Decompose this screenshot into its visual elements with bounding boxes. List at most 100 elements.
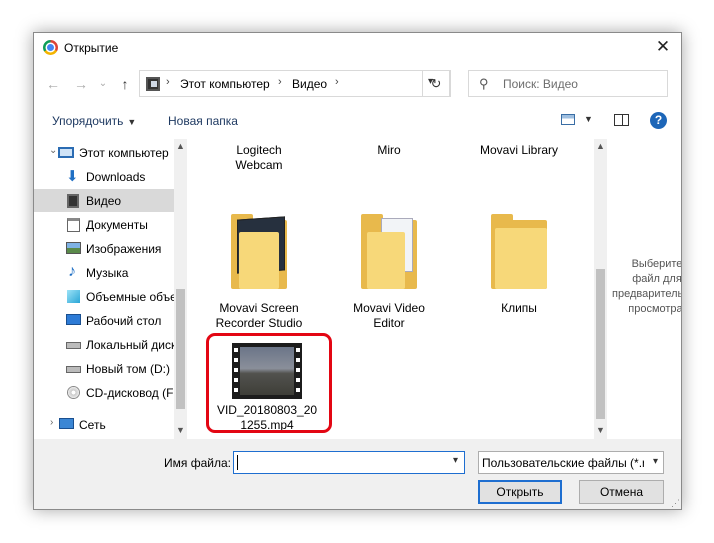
sidebar-item-label: Видео — [86, 194, 122, 208]
close-button[interactable]: ✕ — [653, 37, 673, 57]
scrollbar-thumb[interactable] — [596, 269, 605, 419]
cancel-button[interactable]: Отмена — [579, 480, 664, 504]
file-name: Клипы — [501, 301, 537, 315]
sidebar-item-label: Объемные объекты — [86, 290, 176, 304]
sidebar-item-documents[interactable]: Документы — [34, 213, 176, 236]
file-name: Movavi Library — [479, 143, 559, 157]
chevron-down-icon[interactable]: ▼ — [584, 114, 593, 124]
scroll-down-icon[interactable]: ▼ — [174, 425, 187, 435]
sidebar-item-network[interactable]: › Сеть — [34, 413, 176, 436]
sidebar-item-videos[interactable]: Видео — [34, 189, 176, 212]
sidebar-item-label: Музыка — [86, 266, 129, 280]
sidebar-item-3d-objects[interactable]: Объемные объекты — [34, 285, 176, 308]
breadcrumb-separator: › — [166, 76, 170, 88]
folder-icon — [361, 214, 417, 289]
folder-movavi-screen-recorder[interactable]: Movavi Screen Recorder Studio — [204, 214, 314, 334]
organize-button[interactable]: Упорядочить ▼ — [52, 114, 136, 128]
preview-placeholder: Выберите файл для предварительного просм… — [612, 258, 682, 315]
file-list-scrollbar[interactable]: ▲ ▼ — [594, 139, 607, 439]
breadcrumb-this-pc[interactable]: Этот компьютер — [180, 77, 270, 91]
preview-pane-icon[interactable] — [614, 114, 629, 126]
filename-label: Имя файла: — [164, 456, 231, 470]
sidebar-item-label: Рабочий стол — [86, 314, 162, 328]
film-icon — [67, 194, 79, 208]
search-icon: ⚲ — [479, 76, 489, 91]
dialog-footer: Имя файла: ▾ Пользовательские файлы (*.m… — [34, 439, 681, 509]
monitor-icon — [58, 147, 74, 158]
highlight-annotation — [206, 333, 332, 433]
folder-clips[interactable]: Клипы — [464, 214, 574, 334]
chevron-down-icon: ▾ — [652, 456, 658, 467]
cd-drive-icon — [67, 386, 80, 399]
open-file-dialog: Открытие ✕ ← → ⌄ ↑ › Этот компьютер › Ви… — [33, 32, 682, 510]
image-icon — [66, 242, 81, 254]
title-bar: Открытие ✕ — [34, 33, 681, 63]
chevron-down-icon: ▼ — [127, 117, 137, 127]
filename-input[interactable]: ▾ — [233, 451, 465, 474]
breadcrumb-videos[interactable]: Видео — [292, 77, 327, 91]
music-note-icon: ♪ — [68, 263, 76, 280]
scrollbar-thumb[interactable] — [176, 289, 185, 409]
search-box[interactable]: ⚲ Поиск: Видео — [468, 70, 668, 97]
sidebar-item-drive-d[interactable]: Новый том (D:) — [34, 357, 176, 380]
window-title: Открытие — [64, 41, 119, 55]
folder-miro[interactable]: Miro — [334, 143, 444, 158]
sidebar-item-label: Сеть — [79, 418, 106, 432]
sidebar-item-desktop[interactable]: Рабочий стол — [34, 309, 176, 332]
recent-locations-button[interactable]: ⌄ — [94, 75, 112, 93]
refresh-button[interactable]: ↻ — [422, 70, 450, 97]
sidebar-item-pictures[interactable]: Изображения — [34, 237, 176, 260]
folder-logitech-webcam[interactable]: Logitech Webcam — [204, 143, 314, 173]
address-bar[interactable]: › Этот компьютер › Видео › ▾ — [139, 70, 451, 97]
text-caret — [237, 455, 238, 470]
film-icon — [146, 77, 160, 91]
sidebar-item-label: Этот компьютер — [79, 146, 169, 160]
file-name: Miro — [377, 143, 401, 157]
navigation-bar: ← → ⌄ ↑ › Этот компьютер › Видео › ▾ ↻ ⚲… — [34, 66, 681, 102]
chevron-down-icon[interactable]: ▾ — [453, 455, 458, 466]
scroll-down-icon[interactable]: ▼ — [594, 425, 607, 435]
navigation-pane: ⌄ Этот компьютер ⬇ Downloads Видео Докум… — [34, 139, 187, 439]
sidebar-item-downloads[interactable]: ⬇ Downloads — [34, 165, 176, 188]
forward-button[interactable]: → — [72, 75, 90, 93]
help-icon[interactable]: ? — [650, 112, 667, 129]
sidebar-item-label: Локальный диск (C:) — [86, 338, 176, 352]
chrome-icon — [43, 40, 58, 55]
sidebar-item-music[interactable]: ♪ Музыка — [34, 261, 176, 284]
scroll-up-icon[interactable]: ▲ — [594, 141, 607, 151]
breadcrumb-separator: › — [335, 76, 339, 88]
desktop-icon — [66, 314, 81, 325]
sidebar-item-label: Новый том (D:) — [86, 362, 170, 376]
folder-icon — [231, 214, 287, 289]
open-button[interactable]: Открыть — [478, 480, 562, 504]
download-arrow-icon: ⬇ — [66, 168, 79, 185]
preview-pane: Выберите файл для предварительного просм… — [612, 139, 682, 439]
chevron-right-icon[interactable]: › — [50, 417, 53, 428]
sidebar-item-label: Изображения — [86, 242, 162, 256]
change-view-icon[interactable] — [561, 114, 575, 125]
sidebar-item-drive-c[interactable]: Локальный диск (C:) — [34, 333, 176, 356]
document-icon — [67, 218, 80, 232]
file-type-select[interactable]: Пользовательские файлы (*.mp4) ▾ — [478, 451, 664, 474]
file-name: Movavi Video Editor — [353, 301, 425, 330]
folder-movavi-video-editor[interactable]: Movavi Video Editor — [334, 214, 444, 334]
folder-movavi-library[interactable]: Movavi Library — [464, 143, 574, 158]
resize-grip-icon[interactable]: ⋰ — [671, 498, 680, 509]
file-type-value: Пользовательские файлы (*.mp4) — [482, 456, 644, 470]
file-name: Logitech Webcam — [235, 143, 283, 172]
new-folder-button[interactable]: Новая папка — [168, 114, 238, 128]
up-button[interactable]: ↑ — [116, 75, 134, 93]
sidebar-item-cd-drive[interactable]: CD-дисковод (F:) — [34, 381, 176, 404]
network-icon — [59, 418, 74, 429]
sidebar-item-this-pc[interactable]: ⌄ Этот компьютер — [34, 141, 176, 164]
file-name: Movavi Screen Recorder Studio — [215, 301, 303, 330]
scroll-up-icon[interactable]: ▲ — [174, 141, 187, 151]
back-button[interactable]: ← — [44, 75, 62, 93]
breadcrumb-separator: › — [278, 76, 282, 88]
drive-icon — [66, 342, 81, 349]
sidebar-item-label: Downloads — [86, 170, 146, 184]
chevron-down-icon[interactable]: ⌄ — [49, 145, 57, 156]
organize-label: Упорядочить — [52, 114, 124, 128]
sidebar-item-label: Документы — [86, 218, 148, 232]
navigation-scrollbar[interactable]: ▲ ▼ — [174, 139, 187, 439]
